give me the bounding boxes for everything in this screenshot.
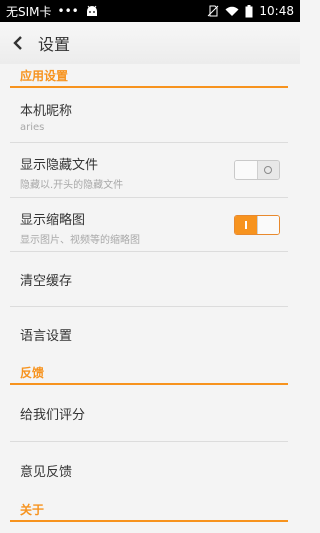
settings-item-feedback[interactable]: 意见反馈 (0, 442, 300, 498)
divider (10, 197, 288, 198)
section-header-feedback: 反馈 (10, 361, 288, 385)
toggle-on-indicator (235, 216, 257, 234)
row-title: 意见反馈 (20, 464, 73, 480)
notification-dots: ••• (57, 4, 79, 18)
toggle-thumb (235, 161, 258, 179)
back-button[interactable] (0, 22, 36, 64)
settings-item-rate[interactable]: 给我们评分 (0, 385, 300, 441)
section-label: 关于 (20, 502, 45, 517)
android-icon (85, 5, 99, 17)
carrier-text: 无SIM卡 (6, 4, 52, 19)
settings-item-clear-cache[interactable]: 清空缓存 (0, 252, 300, 306)
hidden-files-toggle[interactable] (234, 160, 280, 180)
row-subtitle: aries (20, 122, 45, 133)
row-title: 给我们评分 (20, 407, 86, 423)
back-arrow-icon (13, 36, 22, 50)
battery-icon (245, 4, 253, 18)
page-title: 设置 (38, 35, 71, 54)
row-title: 语言设置 (20, 328, 73, 344)
title-bar: 设置 (0, 22, 300, 64)
wifi-icon (225, 6, 239, 17)
settings-item-language[interactable]: 语言设置 (0, 307, 300, 361)
settings-item-hidden-files[interactable]: 显示隐藏文件 隐藏以.开头的隐藏文件 (0, 154, 300, 198)
clock: 10:48 (259, 4, 294, 18)
section-label: 应用设置 (20, 68, 69, 83)
settings-item-thumbnails[interactable]: 显示缩略图 显示图片、视频等的缩略图 (0, 209, 300, 253)
toggle-thumb (256, 216, 279, 234)
no-sim-icon (207, 5, 219, 17)
toggle-off-indicator (257, 161, 279, 179)
thumbnails-toggle[interactable] (234, 215, 280, 235)
section-header-app-settings: 应用设置 (10, 64, 288, 88)
row-title: 本机昵称 (20, 104, 73, 119)
section-header-about: 关于 (10, 498, 288, 522)
settings-item-nickname[interactable]: 本机昵称 aries (0, 100, 300, 144)
section-label: 反馈 (20, 365, 45, 380)
row-title: 清空缓存 (20, 273, 73, 289)
divider (10, 142, 288, 143)
status-bar: 无SIM卡 ••• 10:48 (0, 0, 300, 22)
